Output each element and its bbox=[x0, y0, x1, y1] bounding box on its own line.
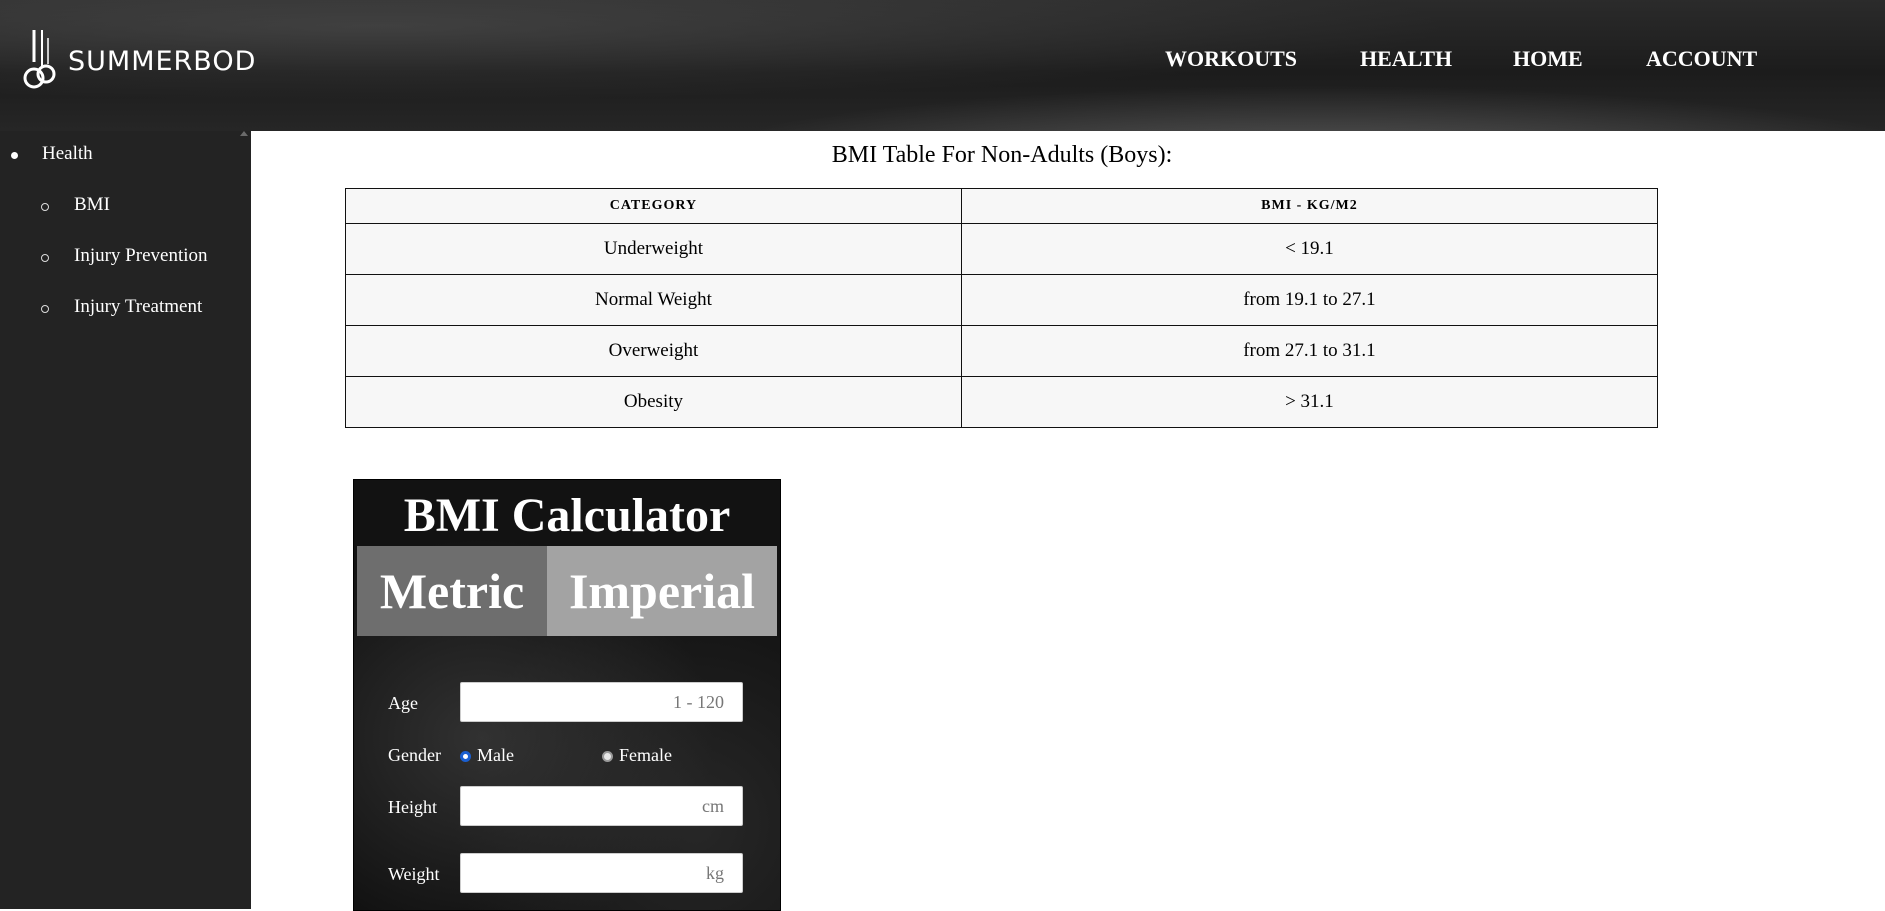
circle-bullet-icon bbox=[41, 203, 49, 211]
age-label: Age bbox=[388, 693, 418, 713]
sidebar-item-injury-treatment[interactable]: Injury Treatment bbox=[74, 296, 202, 318]
table-row: Underweight < 19.1 bbox=[345, 223, 1659, 275]
nav-home[interactable]: HOME bbox=[1513, 46, 1583, 72]
column-header-category: CATEGORY bbox=[345, 188, 962, 224]
circle-bullet-icon bbox=[41, 305, 49, 313]
bmi-calculator: BMI Calculator Metric Imperial Age Gende… bbox=[353, 479, 781, 911]
bmi-range-cell: > 31.1 bbox=[960, 376, 1659, 428]
site-logo[interactable]: SUMMERBOD bbox=[22, 28, 256, 94]
weight-input[interactable] bbox=[460, 853, 743, 893]
circle-bullet-icon bbox=[41, 254, 49, 262]
table-row: Obesity > 31.1 bbox=[345, 376, 1659, 428]
tab-imperial[interactable]: Imperial bbox=[547, 546, 777, 636]
weight-label: Weight bbox=[388, 864, 440, 884]
brand-name: SUMMERBOD bbox=[68, 45, 257, 77]
sidebar-scrollbar[interactable] bbox=[234, 131, 251, 909]
age-input[interactable] bbox=[460, 682, 743, 722]
bmi-range-cell: from 19.1 to 27.1 bbox=[960, 274, 1659, 326]
bmi-table: CATEGORY BMI - KG/M2 Underweight < 19.1 … bbox=[345, 188, 1659, 428]
height-input[interactable] bbox=[460, 786, 743, 826]
tab-metric[interactable]: Metric bbox=[357, 546, 547, 636]
table-header-row: CATEGORY BMI - KG/M2 bbox=[345, 188, 1659, 224]
male-radio[interactable] bbox=[460, 751, 471, 762]
height-label: Height bbox=[388, 797, 437, 817]
female-radio[interactable] bbox=[602, 751, 613, 762]
table-row: Normal Weight from 19.1 to 27.1 bbox=[345, 274, 1659, 326]
rings-logo-icon bbox=[23, 30, 56, 89]
gender-label: Gender bbox=[388, 745, 441, 765]
column-header-bmi: BMI - KG/M2 bbox=[960, 188, 1659, 224]
sidebar-item-health[interactable]: Health bbox=[42, 143, 93, 165]
category-cell: Obesity bbox=[345, 376, 962, 428]
category-cell: Underweight bbox=[345, 223, 962, 275]
nav-health[interactable]: HEALTH bbox=[1360, 46, 1452, 72]
sidebar-item-injury-prevention[interactable]: Injury Prevention bbox=[74, 245, 208, 267]
bmi-range-cell: < 19.1 bbox=[960, 223, 1659, 275]
nav-workouts[interactable]: WORKOUTS bbox=[1165, 46, 1297, 72]
scroll-up-arrow-icon[interactable] bbox=[240, 131, 248, 136]
calculator-title: BMI Calculator bbox=[403, 489, 731, 542]
category-cell: Overweight bbox=[345, 325, 962, 377]
bullet-icon bbox=[11, 152, 18, 159]
nav-account[interactable]: ACCOUNT bbox=[1646, 46, 1757, 72]
female-radio-label[interactable]: Female bbox=[619, 745, 672, 766]
site-header: SUMMERBOD WORKOUTS HEALTH HOME ACCOUNT bbox=[0, 0, 1885, 131]
category-cell: Normal Weight bbox=[345, 274, 962, 326]
sidebar-item-bmi[interactable]: BMI bbox=[74, 194, 110, 216]
table-row: Overweight from 27.1 to 31.1 bbox=[345, 325, 1659, 377]
bmi-range-cell: from 27.1 to 31.1 bbox=[960, 325, 1659, 377]
male-radio-label[interactable]: Male bbox=[477, 745, 514, 766]
table-caption: BMI Table For Non-Adults (Boys): bbox=[831, 142, 1173, 168]
